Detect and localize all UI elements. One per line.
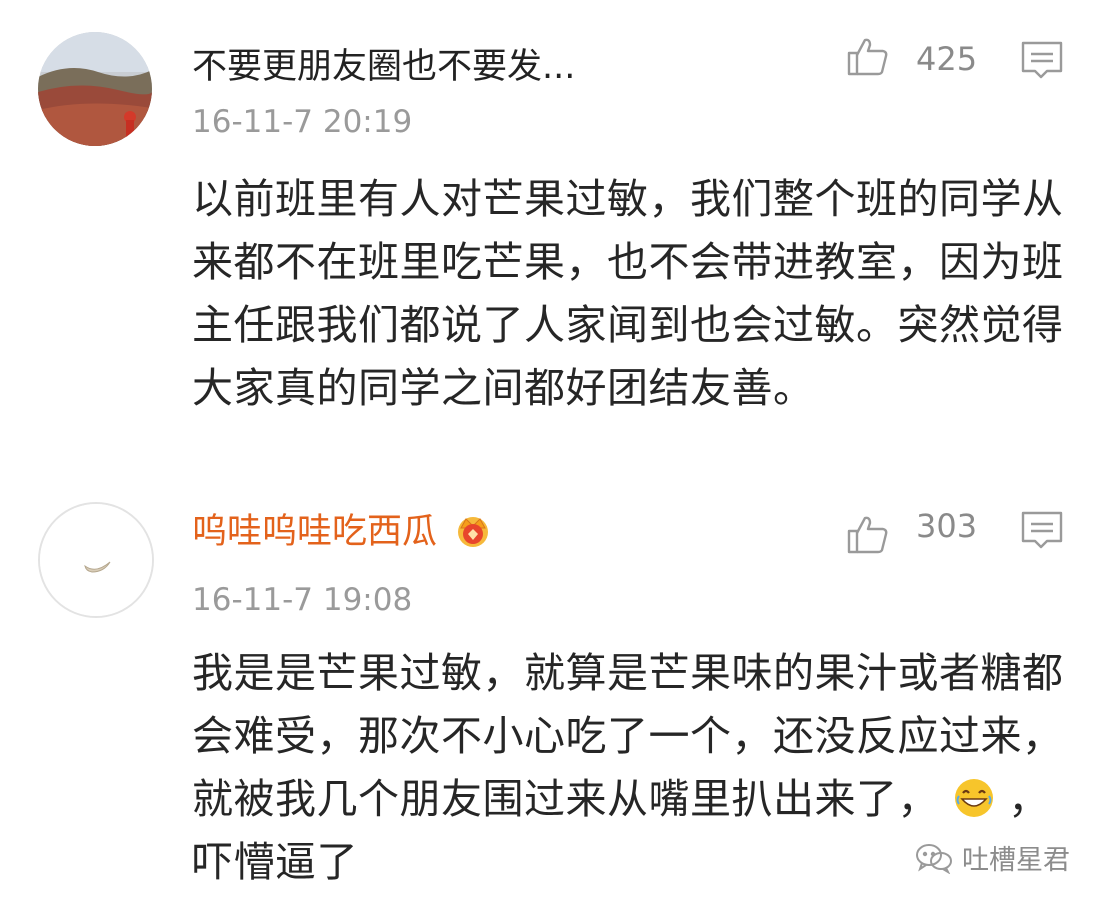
avatar[interactable] (38, 32, 152, 146)
username[interactable]: 呜哇呜哇吃西瓜 (192, 510, 492, 554)
comment-bubble-icon[interactable] (1020, 508, 1064, 552)
crown-badge-icon (458, 517, 489, 547)
avatar[interactable] (38, 502, 154, 618)
watermark: 吐槽星君 (914, 838, 1070, 877)
thumbs-up-icon[interactable] (846, 512, 890, 556)
username[interactable]: 不要更朋友圈也不要发... (192, 45, 575, 89)
comment-item: 不要更朋友圈也不要发... 16-11-7 20:19 425 以前班里有人对芒… (0, 0, 1100, 490)
timestamp: 16-11-7 20:19 (192, 104, 413, 140)
timestamp: 16-11-7 19:08 (192, 582, 413, 618)
comment-text-part: 我是是芒果过敏，就算是芒果味的果汁或者糖都会难受，那次不小心吃了一个，还没反应过… (192, 649, 1064, 823)
watermark-text: 吐槽星君 (962, 845, 1070, 876)
wechat-icon (916, 843, 952, 874)
like-count: 303 (916, 507, 978, 545)
username-text[interactable]: 呜哇呜哇吃西瓜 (192, 512, 437, 552)
comment-bubble-icon[interactable] (1020, 38, 1064, 82)
thumbs-up-icon[interactable] (846, 34, 890, 78)
like-count: 425 (916, 40, 978, 78)
comment-text: 以前班里有人对芒果过敏，我们整个班的同学从来都不在班里吃芒果，也不会带进教室，因… (192, 175, 1064, 412)
laughing-emoji-icon (954, 779, 993, 817)
